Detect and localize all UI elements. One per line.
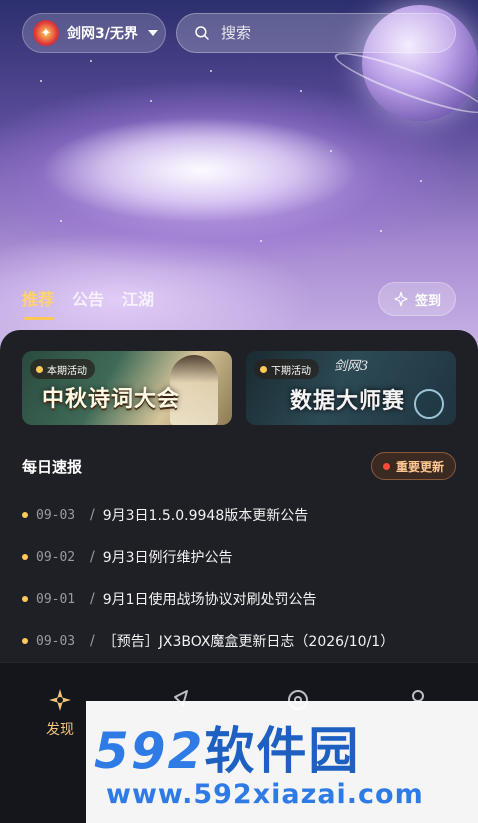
tab-jianghu[interactable]: 江湖	[122, 286, 154, 320]
search-icon	[195, 26, 209, 40]
bullet-dot-icon	[22, 512, 28, 518]
list-item[interactable]: 09-02 / 9月3日例行维护公告	[22, 536, 462, 578]
daily-news-title: 每日速报	[22, 458, 83, 476]
search-bar[interactable]	[176, 13, 456, 53]
game-selector-label: 剑网3/无界	[67, 26, 138, 42]
banner-next-event[interactable]: 剑网3 下期活动 数据大师赛	[246, 351, 456, 425]
sparkle-icon	[394, 291, 408, 307]
star-icon	[36, 365, 43, 373]
separator: /	[90, 591, 95, 607]
discover-icon	[49, 689, 71, 711]
news-date: 09-01	[36, 591, 76, 607]
important-update-label: 重要更新	[395, 459, 444, 474]
separator: /	[90, 549, 95, 565]
signin-button[interactable]: 签到	[378, 282, 456, 316]
banner-current-event[interactable]: 本期活动 中秋诗词大会	[22, 351, 232, 425]
content-panel: 本期活动 中秋诗词大会 剑网3 下期活动 数据大师赛 每日速报 重要更新 09-…	[0, 330, 478, 670]
bullet-dot-icon	[22, 596, 28, 602]
search-input[interactable]	[221, 24, 441, 42]
feed-tabs: 推荐 公告 江湖	[22, 286, 154, 320]
banner-badge: 下期活动	[254, 359, 319, 379]
dot-icon	[260, 365, 267, 373]
watermark-brand-number: 592	[94, 722, 205, 780]
bullet-dot-icon	[22, 638, 28, 644]
news-list: 09-03 / 9月3日1.5.0.9948版本更新公告 09-02 / 9月3…	[22, 494, 462, 662]
separator: /	[90, 633, 95, 649]
watermark-brand: 592软件园	[94, 711, 360, 783]
watermark-brand-cn: 软件园	[204, 722, 361, 780]
bullet-dot-icon	[22, 554, 28, 560]
news-date: 09-03	[36, 633, 76, 649]
tab-recommend[interactable]: 推荐	[22, 286, 55, 320]
game-selector-button[interactable]: ✦ 剑网3/无界	[22, 13, 166, 53]
banner-title: 中秋诗词大会	[42, 386, 181, 412]
nav-item-discover[interactable]: 发现	[30, 687, 90, 739]
news-title: ［预告］JX3BOX魔盒更新日志（2026/10/1）	[102, 634, 395, 650]
news-title: 9月3日1.5.0.9948版本更新公告	[102, 508, 309, 524]
banner-title: 数据大师赛	[290, 388, 406, 414]
nav-label: 发现	[46, 722, 74, 738]
news-date: 09-03	[36, 507, 76, 523]
separator: /	[90, 507, 95, 523]
news-date: 09-02	[36, 549, 76, 565]
alert-dot-icon	[382, 462, 390, 470]
caret-down-icon	[147, 30, 158, 36]
watermark-url: www.592xiazai.com	[106, 779, 424, 810]
banner-hand-illustration	[414, 389, 444, 419]
list-item[interactable]: 09-01 / 9月1日使用战场协议对刷处罚公告	[22, 578, 462, 620]
watermark-overlay: 592软件园 www.592xiazai.com	[86, 701, 478, 823]
news-title: 9月3日例行维护公告	[102, 550, 233, 566]
banner-badge-label: 本期活动	[47, 365, 87, 377]
news-title: 9月1日使用战场协议对刷处罚公告	[102, 592, 317, 608]
banner-badge: 本期活动	[30, 359, 95, 379]
tab-announcements[interactable]: 公告	[72, 286, 104, 320]
game-logo-text: 剑网3	[334, 359, 369, 374]
list-item[interactable]: 09-03 / ［预告］JX3BOX魔盒更新日志（2026/10/1）	[22, 620, 462, 662]
game-logo-icon: ✦	[33, 20, 59, 46]
important-update-button[interactable]: 重要更新	[371, 452, 456, 480]
signin-label: 签到	[414, 293, 441, 309]
list-item[interactable]: 09-03 / 9月3日1.5.0.9948版本更新公告	[22, 494, 462, 536]
banner-badge-label: 下期活动	[271, 365, 311, 377]
